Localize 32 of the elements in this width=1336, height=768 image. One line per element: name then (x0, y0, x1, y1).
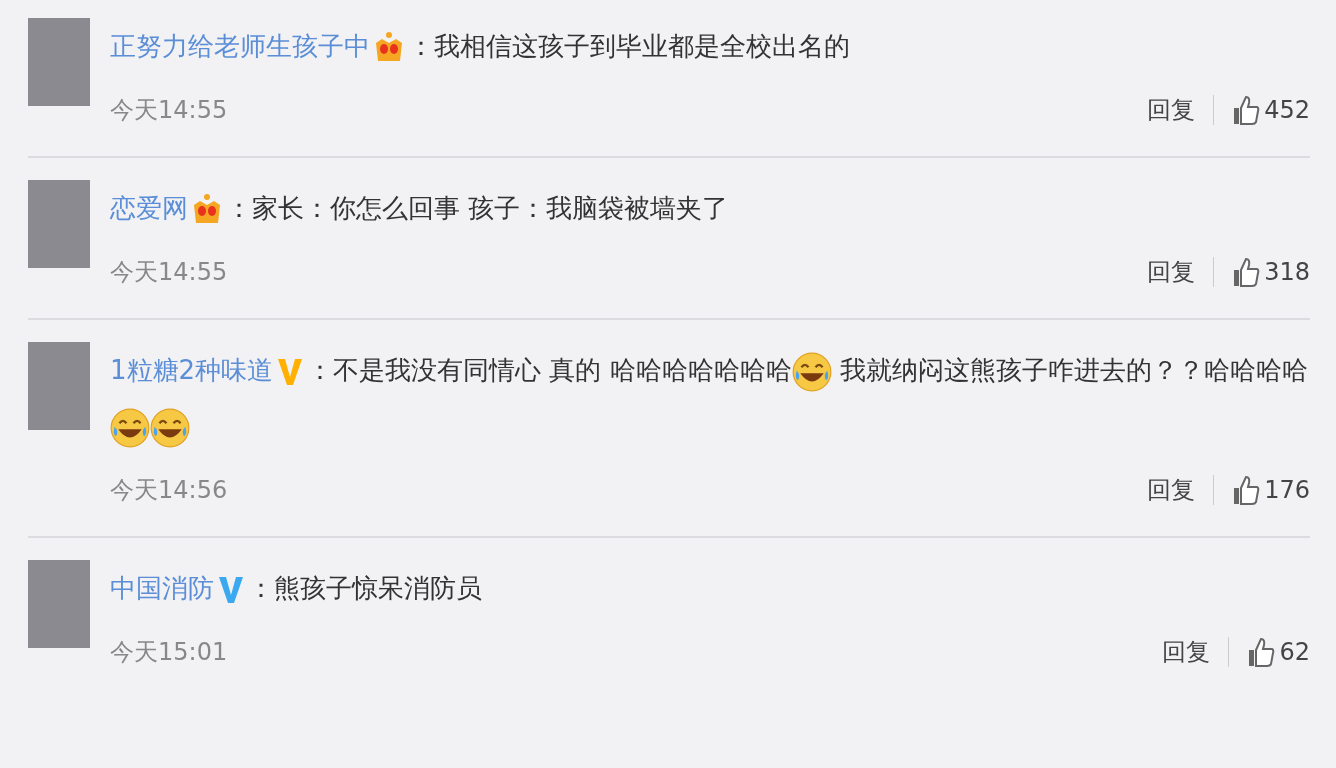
laughing-emoji-icon (791, 351, 832, 392)
laughing-emoji-icon (150, 407, 190, 448)
comment-colon: ： (307, 355, 334, 385)
comment-text: 熊孩子惊呆消防员 (274, 573, 482, 603)
thumbs-up-icon (1247, 636, 1276, 668)
thumbs-up-icon (1232, 94, 1261, 126)
avatar-placeholder[interactable] (28, 342, 90, 430)
comment-colon: ： (248, 573, 274, 603)
comment-time: 今天14:55 (110, 95, 229, 126)
comment-text: 不是我没有同情心 真的 哈哈哈哈哈哈哈 (333, 355, 792, 385)
laughing-emoji-icon (110, 407, 150, 448)
reply-button[interactable]: 回复 (1162, 636, 1211, 668)
like-button[interactable]: 176 (1232, 474, 1310, 506)
avatar-placeholder[interactable] (28, 560, 90, 648)
avatar-placeholder[interactable] (28, 180, 90, 268)
thumbs-up-icon (1232, 474, 1261, 506)
comment-time: 今天14:55 (110, 257, 229, 288)
like-button[interactable]: 62 (1247, 636, 1310, 668)
comment-time: 今天14:56 (110, 475, 229, 506)
comment-time: 今天15:01 (110, 637, 229, 668)
reply-button[interactable]: 回复 (1147, 474, 1196, 506)
thumbs-up-icon (1232, 256, 1261, 288)
comment-text: 我相信这孩子到毕业都是全校出名的 (434, 31, 850, 61)
reply-button[interactable]: 回复 (1147, 256, 1196, 288)
like-button[interactable]: 318 (1232, 256, 1310, 288)
comment-colon: ： (408, 31, 434, 61)
like-button[interactable]: 452 (1232, 94, 1310, 126)
comment-text: 我就纳闷这熊孩子咋进去的？？哈哈哈哈 (838, 355, 1308, 385)
avatar-placeholder[interactable] (28, 18, 90, 106)
comment-text: 家长：你怎么回事 孩子：我脑袋被墙夹了 (252, 193, 729, 223)
comment-colon: ： (226, 193, 252, 223)
reply-button[interactable]: 回复 (1147, 94, 1196, 126)
